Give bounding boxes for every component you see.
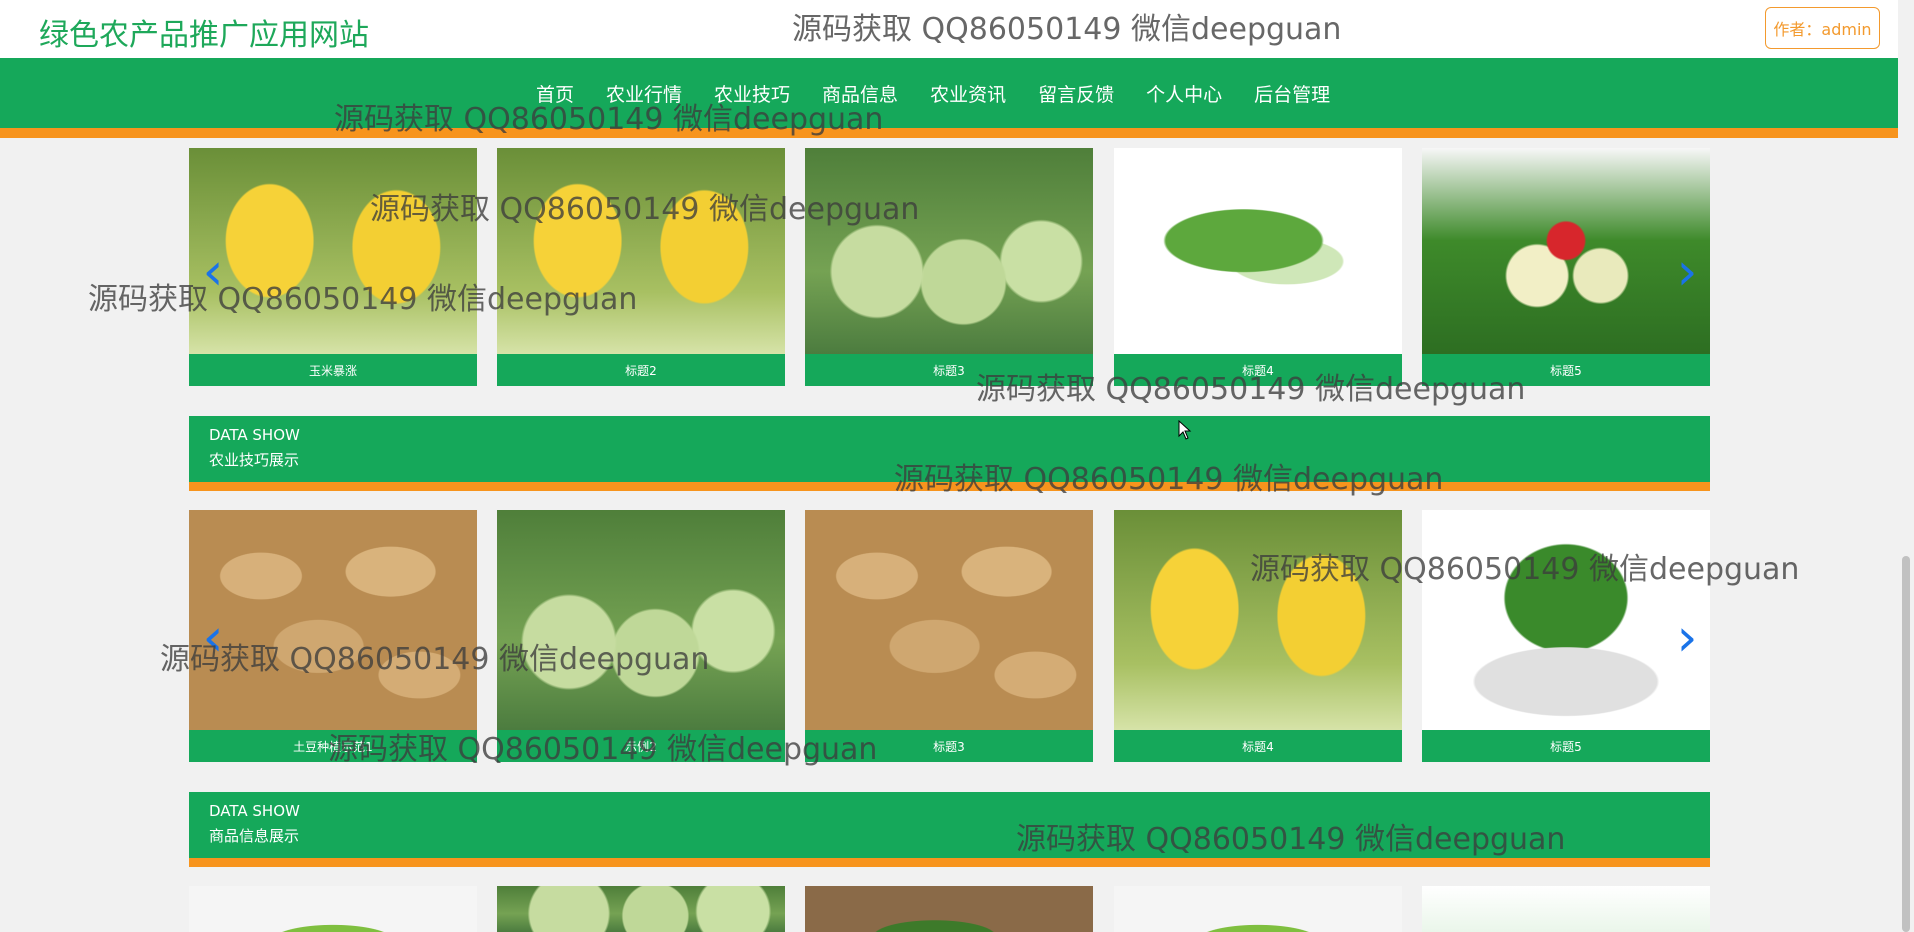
- scrollbar-thumb[interactable]: [1902, 556, 1910, 932]
- cabbage-image: [189, 886, 477, 932]
- card-caption: 标题4: [1242, 739, 1274, 754]
- card-caption: 标题2: [625, 363, 657, 378]
- tips-card[interactable]: 标题5: [1422, 510, 1710, 762]
- broccoli-image: [805, 886, 1093, 932]
- nav-item-feedback[interactable]: 留言反馈: [1038, 80, 1114, 107]
- potato-image: [189, 510, 477, 730]
- cabbage-image: [1114, 886, 1402, 932]
- section-zh-title: 商品信息展示: [209, 827, 300, 845]
- card-caption: 标题5: [1550, 363, 1582, 378]
- chevron-right-icon[interactable]: ›: [1671, 244, 1703, 300]
- gourd-image: [497, 886, 785, 932]
- bitter-gourd-image: [1114, 148, 1402, 354]
- card-caption: 标题3: [933, 739, 965, 754]
- goods-carousel: [189, 886, 1710, 932]
- tips-card[interactable]: 示例2: [497, 510, 785, 762]
- gourd-image: [497, 510, 785, 730]
- tips-card[interactable]: 标题4: [1114, 510, 1402, 762]
- nav-item-tips[interactable]: 农业技巧: [714, 80, 790, 107]
- author-button[interactable]: 作者：admin: [1765, 7, 1880, 49]
- nav-item-home[interactable]: 首页: [536, 80, 574, 107]
- mouse-cursor-icon: [1178, 420, 1192, 440]
- card-caption: 玉米暴涨: [308, 363, 357, 378]
- market-card[interactable]: 标题2: [497, 148, 785, 386]
- site-title[interactable]: 绿色农产品推广应用网站: [39, 10, 369, 54]
- nav-item-profile[interactable]: 个人中心: [1146, 80, 1222, 107]
- nav-item-admin[interactable]: 后台管理: [1254, 80, 1330, 107]
- chevron-right-icon[interactable]: ›: [1671, 610, 1703, 666]
- card-caption: 土豆种植示范1: [293, 739, 373, 754]
- goods-card[interactable]: [189, 886, 477, 932]
- nav-item-goods[interactable]: 商品信息: [822, 80, 898, 107]
- tips-card[interactable]: 土豆种植示范1: [189, 510, 477, 762]
- corn-image: [497, 148, 785, 354]
- market-card[interactable]: 标题5: [1422, 148, 1710, 386]
- section-zh-title: 农业技巧展示: [209, 451, 300, 469]
- goods-card[interactable]: [497, 886, 785, 932]
- tips-section-header: DATA SHOW 农业技巧展示: [189, 416, 1710, 491]
- goods-card[interactable]: [805, 886, 1093, 932]
- section-en-title: DATA SHOW: [209, 802, 300, 820]
- chevron-left-icon[interactable]: ‹: [197, 610, 229, 666]
- bok-choy-image: [1422, 510, 1710, 730]
- chevron-left-icon[interactable]: ‹: [197, 244, 229, 300]
- market-card[interactable]: 玉米暴涨: [189, 148, 477, 386]
- card-caption: 标题3: [933, 363, 965, 378]
- goods-card[interactable]: [1422, 886, 1710, 932]
- corn-image: [189, 148, 477, 354]
- card-caption: 示例2: [625, 739, 657, 754]
- nav-item-market[interactable]: 农业行情: [606, 80, 682, 107]
- main-navbar: 首页 农业行情 农业技巧 商品信息 农业资讯 留言反馈 个人中心 后台管理: [0, 58, 1898, 138]
- market-card[interactable]: 标题4: [1114, 148, 1402, 386]
- tips-carousel: 土豆种植示范1 示例2 标题3 标题4 标题5 ‹ ›: [189, 510, 1710, 762]
- gourd-image: [805, 148, 1093, 354]
- card-caption: 标题4: [1242, 363, 1274, 378]
- goods-card[interactable]: [1114, 886, 1402, 932]
- card-caption: 标题5: [1550, 739, 1582, 754]
- tips-card[interactable]: 标题3: [805, 510, 1093, 762]
- nav-item-news[interactable]: 农业资讯: [930, 80, 1006, 107]
- top-bar: 绿色农产品推广应用网站 作者：admin: [0, 0, 1898, 58]
- potato-image: [805, 510, 1093, 730]
- product-image: [1422, 886, 1710, 932]
- nav-menu: 首页 农业行情 农业技巧 商品信息 农业资讯 留言反馈 个人中心 后台管理: [536, 58, 1362, 128]
- goods-section-header: DATA SHOW 商品信息展示: [189, 792, 1710, 867]
- corn-image: [1114, 510, 1402, 730]
- market-carousel: 玉米暴涨 标题2 标题3 标题4 标题5 ‹ ›: [189, 148, 1710, 386]
- section-en-title: DATA SHOW: [209, 426, 300, 444]
- vegetables-image: [1422, 148, 1710, 354]
- market-card[interactable]: 标题3: [805, 148, 1093, 386]
